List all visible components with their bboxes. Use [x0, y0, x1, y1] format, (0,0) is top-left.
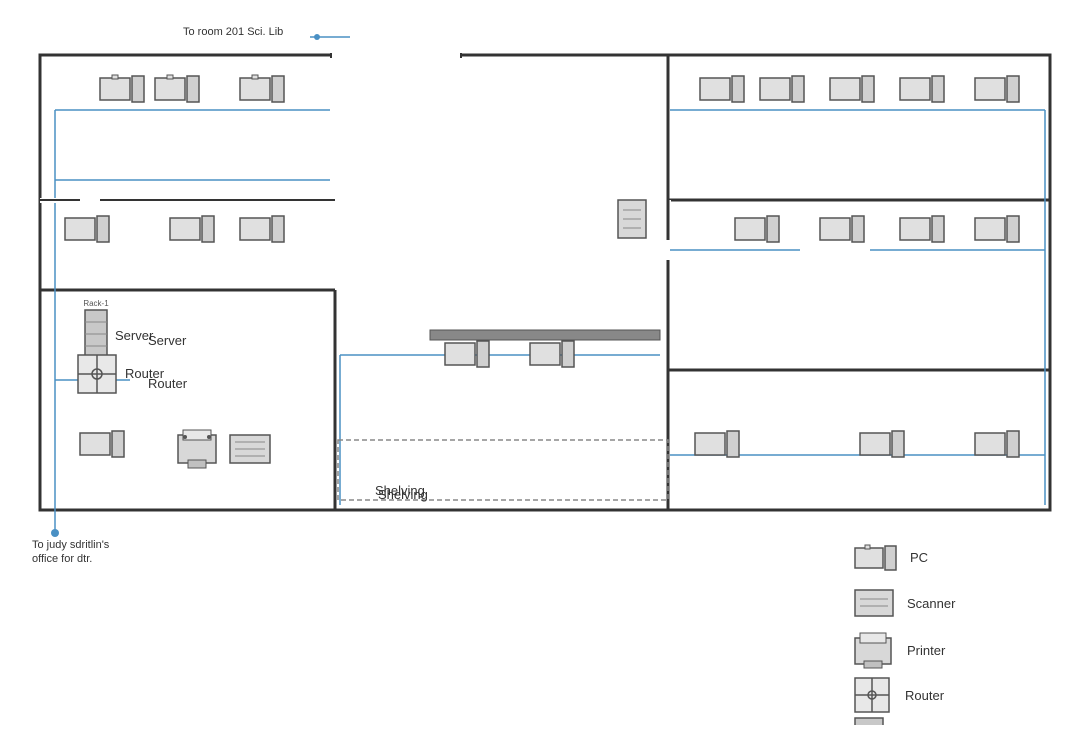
router-text-label: Router — [148, 376, 187, 391]
printer-floor — [178, 430, 216, 468]
scanner-floor — [230, 435, 270, 463]
svg-text:PC: PC — [910, 550, 928, 565]
pc-br-2 — [860, 431, 904, 457]
pc-br-3 — [975, 431, 1019, 457]
floor-plan-svg: To room 201 Sci. Lib — [0, 0, 1065, 725]
pc-tr-1 — [700, 76, 744, 102]
pc-mr-4 — [975, 216, 1019, 242]
pc-tr-3 — [830, 76, 874, 102]
pc-mr-2 — [820, 216, 864, 242]
pc-7 — [80, 431, 124, 457]
pc-counter-1 — [445, 341, 489, 367]
pc-mr-1 — [735, 216, 779, 242]
room201-annotation: To room 201 Sci. Lib — [183, 26, 283, 38]
svg-text:Scanner: Scanner — [907, 596, 956, 611]
shelving-text-label: Shelving — [378, 487, 428, 502]
wall-device — [618, 200, 646, 238]
server-text-label: Server — [148, 333, 186, 348]
pc-counter-2 — [530, 341, 574, 367]
pc-3 — [240, 75, 284, 102]
pc-mr-3 — [900, 216, 944, 242]
svg-text:Router: Router — [905, 688, 945, 703]
pc-br-1 — [695, 431, 739, 457]
judy-annotation-line1: To judy sdritlin's — [32, 539, 110, 551]
pc-5 — [170, 216, 214, 242]
svg-text:Rack-1: Rack-1 — [83, 299, 109, 308]
pc-tr-2 — [760, 76, 804, 102]
pc-tr-4 — [900, 76, 944, 102]
pc-4 — [65, 216, 109, 242]
router-icon-floor — [78, 355, 116, 393]
pc-1 — [100, 75, 144, 102]
pc-2 — [155, 75, 199, 102]
pc-6 — [240, 216, 284, 242]
svg-text:Printer: Printer — [907, 643, 946, 658]
pc-tr-5 — [975, 76, 1019, 102]
judy-annotation-line2: office for dtr. — [32, 553, 92, 565]
